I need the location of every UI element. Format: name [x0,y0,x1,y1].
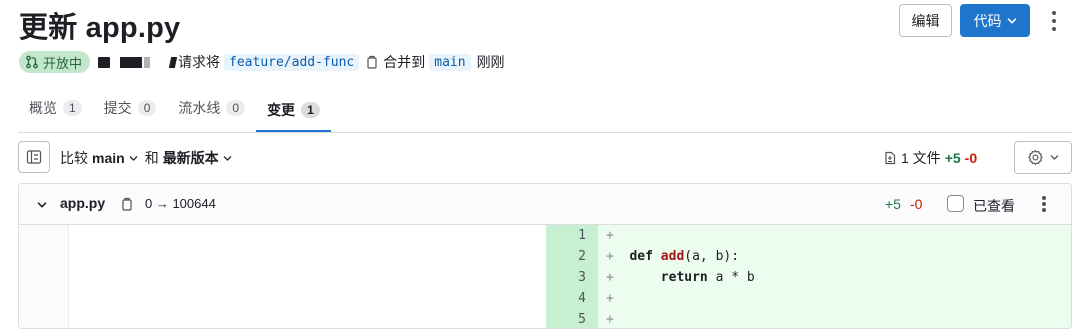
tab-pipelines-label: 流水线 [178,100,221,116]
compare-prefix: 比较 [60,150,88,166]
redacted-avatar [98,56,111,68]
lines-added: +5 [944,150,961,166]
tab-pipelines[interactable]: 流水线 0 [167,90,256,126]
more-actions-kebab-icon[interactable] [1047,8,1061,34]
chevron-down-icon [129,155,137,161]
source-branch[interactable]: feature/add-func [224,53,360,71]
code-line: + [606,312,630,327]
merge-request-meta: 开放中 请求将 feature/add-func 合并到 main 刚刚 [19,50,505,74]
line-number: 1 [578,228,586,243]
file-tree-icon [26,150,42,164]
line-number: 3 [578,270,586,285]
line-number: 2 [578,249,586,264]
tab-pipelines-count: 0 [226,100,246,116]
copy-file-path-icon[interactable] [120,197,134,211]
updated-time: 刚刚 [476,54,505,70]
chevron-down-icon [1007,17,1016,23]
head-version-dropdown[interactable]: 最新版本 [163,148,219,168]
file-header: app.py 0 → 100644 +5 -0 已查看 [19,184,1071,225]
viewed-checkbox[interactable] [947,195,964,212]
chevron-down-icon [223,155,231,161]
file-diff: app.py 0 → 100644 +5 -0 已查看 1 2 3 4 5 + … [18,183,1072,329]
redacted-author-mark [168,56,178,68]
file-name[interactable]: app.py [60,195,105,211]
mr-tabs: 概览 1 提交 0 流水线 0 变更 1 [18,90,331,133]
file-lines-added: +5 [885,196,901,212]
status-label: 开放中 [43,55,83,71]
merge-text: 合并到 [383,54,426,70]
lines-removed: -0 [964,150,978,166]
tabs-divider [18,132,1072,133]
tab-changes-label: 变更 [267,102,296,118]
merge-request-icon [26,55,38,69]
line-number: 5 [578,312,586,327]
diff-stats: 1 文件 +5 -0 [883,148,977,168]
tab-changes[interactable]: 变更 1 [256,90,331,132]
code-line: + return a * b [606,270,755,285]
copy-icon[interactable] [365,55,379,69]
tab-changes-count: 1 [301,102,320,118]
file-options-kebab-icon[interactable] [1040,195,1048,213]
redacted-author [120,56,143,68]
request-text: 请求将 [178,54,221,70]
gear-icon [1028,150,1043,165]
tab-overview-label: 概览 [29,100,57,116]
file-lines-removed: -0 [910,196,923,212]
collapse-chevron-icon[interactable] [37,200,47,210]
old-code-pane [69,225,546,328]
file-mode-change: 0 → 100644 [145,196,216,211]
tab-commits-label: 提交 [103,100,132,116]
code-button-label: 代码 [973,12,1002,29]
files-changed-count: 1 文件 [901,150,941,166]
diff-body: 1 2 3 4 5 + + def add(a, b): + return a … [19,225,1071,328]
tab-overview-count: 1 [63,100,82,116]
code-line: + def add(a, b): [606,249,740,264]
viewed-label: 已查看 [973,198,1015,214]
compare-versions: 比较 main 和 最新版本 [60,148,235,168]
code-line: + [606,291,630,306]
old-line-numbers [19,225,69,328]
edit-button[interactable]: 编辑 [899,4,952,37]
chevron-down-icon [1050,155,1059,160]
base-version-dropdown[interactable]: main [92,150,125,166]
target-branch[interactable]: main [429,53,471,71]
diff-settings-button[interactable] [1014,141,1072,174]
tab-overview[interactable]: 概览 1 [18,90,93,126]
tab-commits-count: 0 [137,100,157,116]
line-number: 4 [578,291,586,306]
status-badge: 开放中 [19,51,91,73]
page-title: 更新 app.py [19,12,181,44]
compare-and: 和 [144,150,159,166]
code-dropdown-button[interactable]: 代码 [960,4,1030,37]
code-line: + [606,228,630,243]
redacted-author-tail [144,56,151,68]
file-diff-icon [885,151,896,165]
tab-commits[interactable]: 提交 0 [93,90,168,126]
toggle-file-tree-button[interactable] [18,141,50,173]
